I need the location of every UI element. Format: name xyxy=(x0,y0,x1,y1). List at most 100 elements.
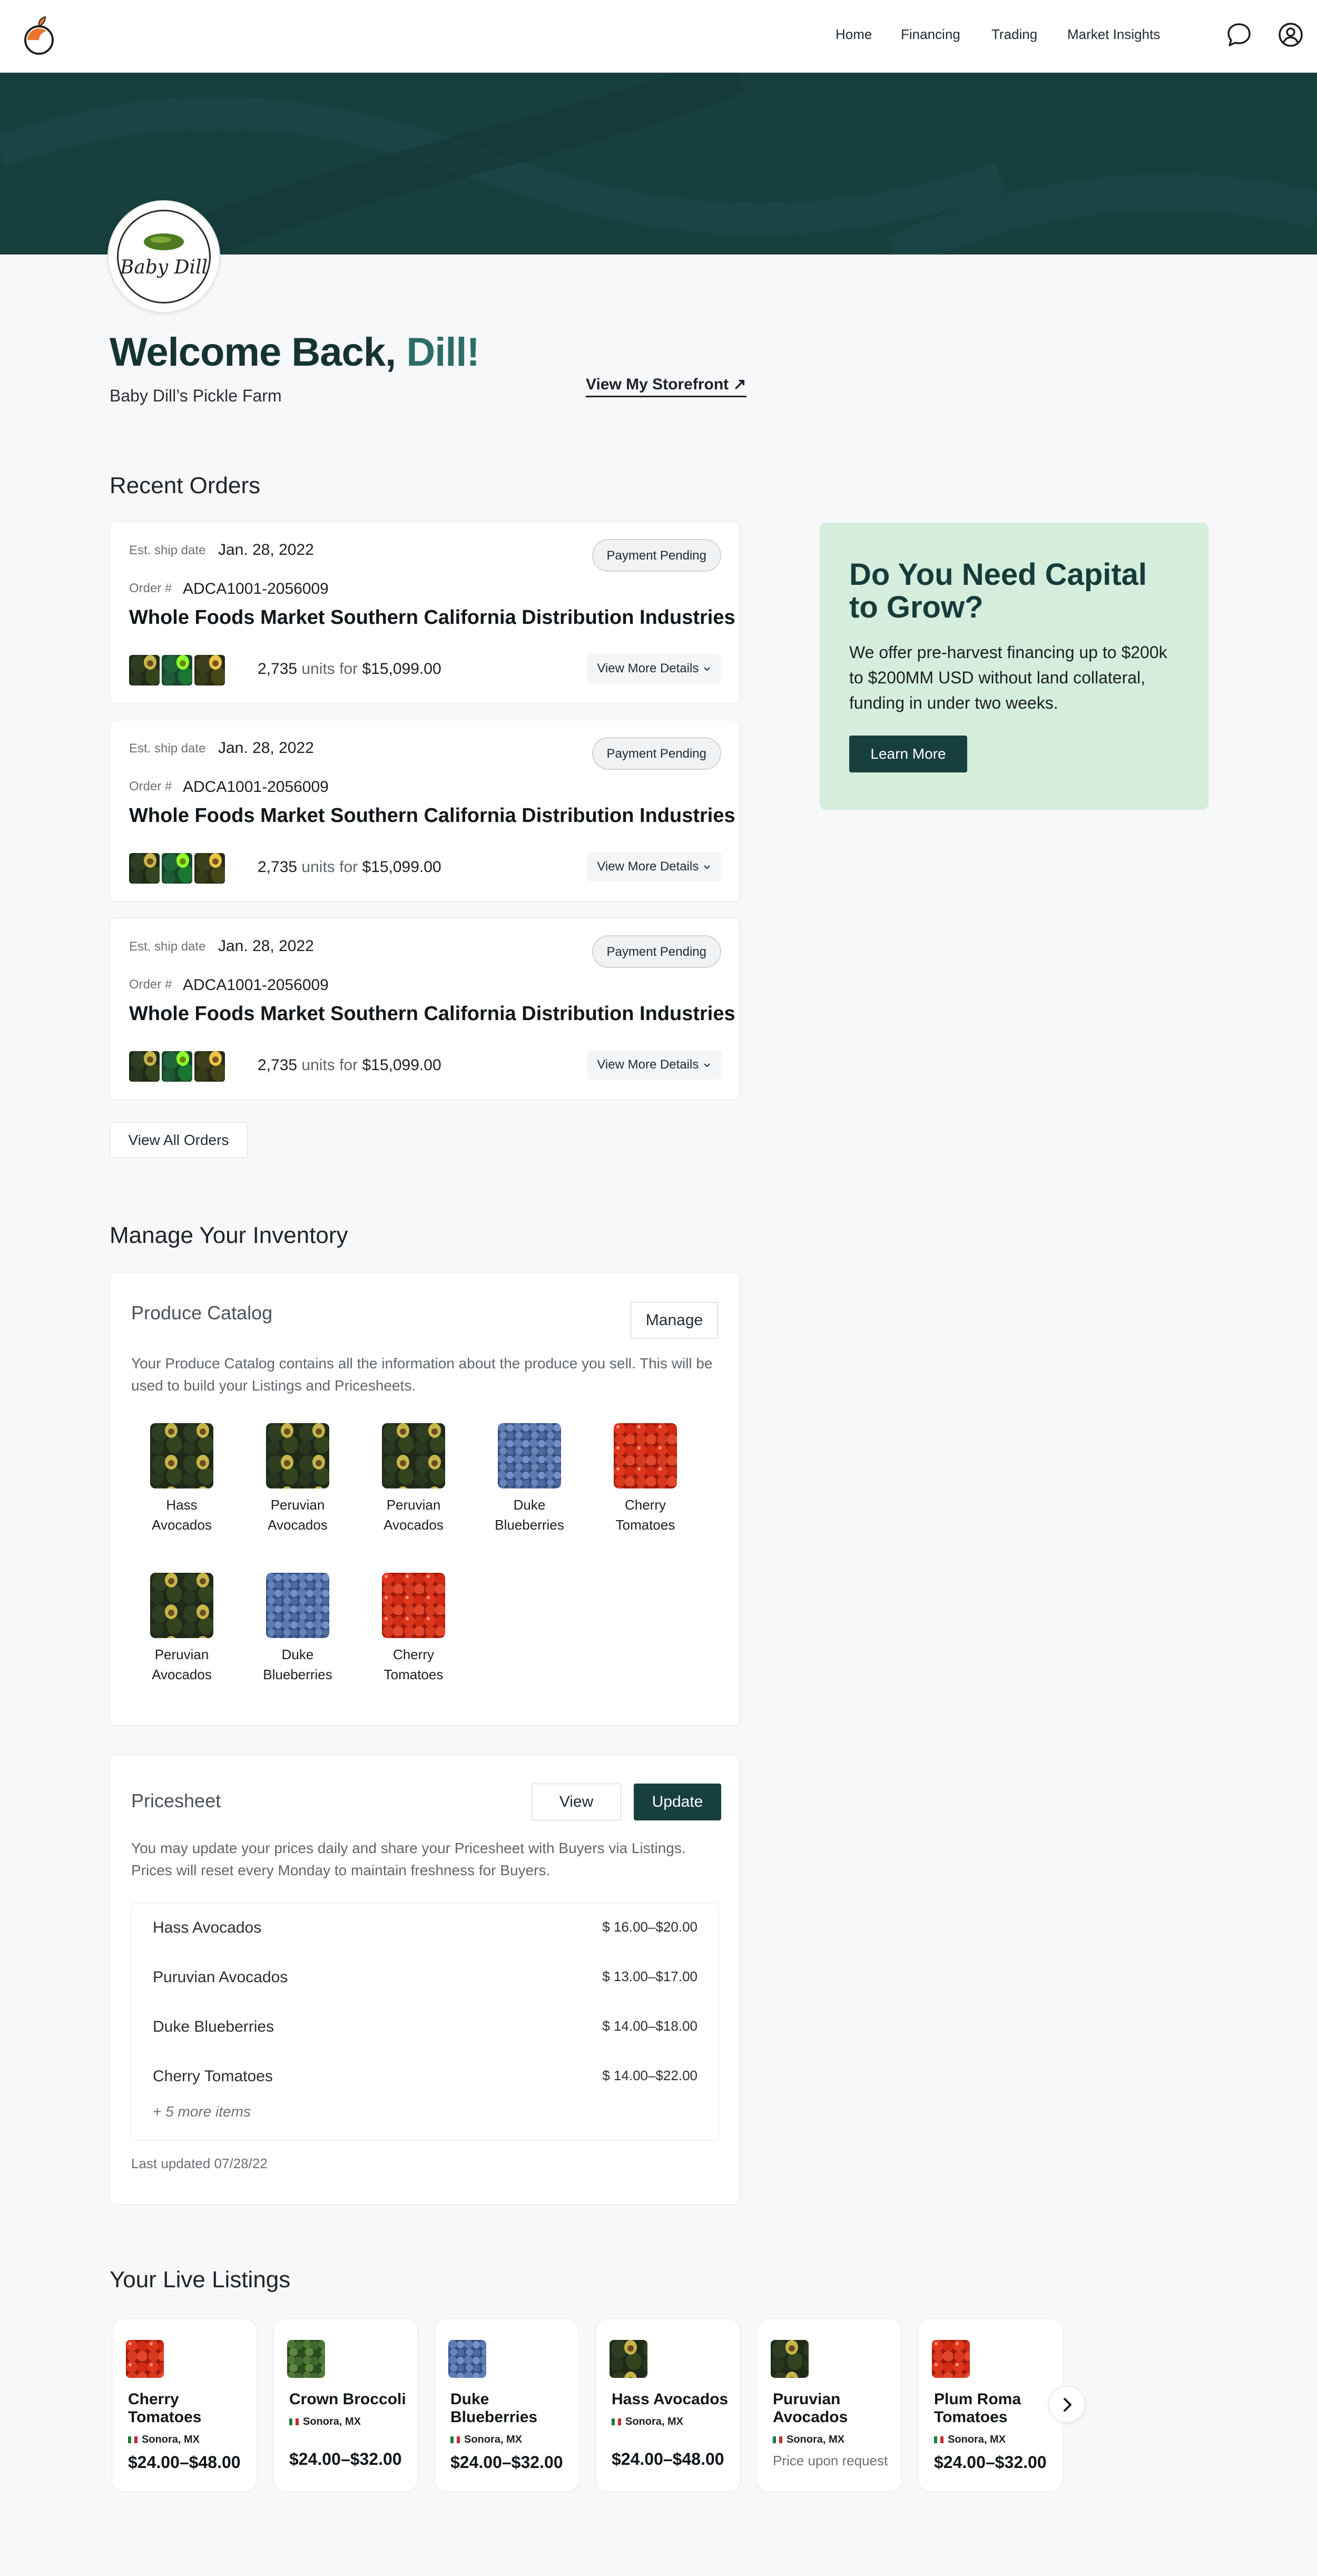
inventory-title: Manage Your Inventory xyxy=(110,1222,348,1248)
catalog-item[interactable]: Peruvian Avocados xyxy=(371,1423,456,1535)
listing-price: $24.00–$32.00 xyxy=(289,2450,402,2469)
farm-logo: Baby Dill xyxy=(117,210,211,303)
mexico-flag-icon xyxy=(128,2436,137,2444)
capital-promo-card: Do You Need Capital to Grow? We offer pr… xyxy=(820,523,1208,810)
produce-image xyxy=(382,1423,445,1488)
catalog-item[interactable]: Duke Blueberries xyxy=(487,1423,572,1535)
catalog-item[interactable]: Peruvian Avocados xyxy=(255,1423,340,1535)
orange-logo-icon[interactable] xyxy=(23,16,57,56)
produce-catalog-description: Your Produce Catalog contains all the in… xyxy=(131,1355,713,1394)
listing-price: Price upon request xyxy=(773,2453,888,2469)
capital-body: We offer pre-harvest financing up to $20… xyxy=(849,643,1167,712)
produce-thumbnail xyxy=(162,1051,192,1082)
listing-origin: Sonora, MX xyxy=(773,2434,844,2446)
listing-card[interactable]: Plum Roma Tomatoes Sonora, MX $24.00–$32.0… xyxy=(918,2318,1063,2492)
view-more-details-button[interactable]: View More Details xyxy=(587,654,721,683)
listing-card[interactable]: Cherry Tomatoes Sonora, MX $24.00–$48.00 xyxy=(112,2318,257,2492)
listing-name: Crown Broccoli xyxy=(289,2391,406,2408)
listing-origin: Sonora, MX xyxy=(289,2416,361,2428)
order-card[interactable]: Est. ship date Jan. 28, 2022 Payment Pendi… xyxy=(110,522,740,704)
learn-more-button[interactable]: Learn More xyxy=(849,736,967,772)
update-pricesheet-button[interactable]: Update xyxy=(634,1784,721,1820)
listing-image xyxy=(771,2340,809,2378)
order-card[interactable]: Est. ship date Jan. 28, 2022 Payment Pendi… xyxy=(110,918,740,1100)
order-units-total: 2,735 units for $15,099.00 xyxy=(258,1056,441,1074)
catalog-item-label: Cherry Tomatoes xyxy=(384,1647,444,1682)
nav-trading[interactable]: Trading xyxy=(991,26,1037,43)
catalog-item[interactable]: Duke Blueberries xyxy=(255,1573,340,1684)
nav-home[interactable]: Home xyxy=(836,26,872,43)
catalog-item[interactable]: Hass Avocados xyxy=(140,1423,224,1535)
nav-market-insights[interactable]: Market Insights xyxy=(1067,26,1160,43)
status-badge: Payment Pending xyxy=(592,737,721,770)
listing-origin: Sonora, MX xyxy=(450,2434,522,2446)
produce-thumbnail xyxy=(194,853,225,884)
listing-image xyxy=(448,2340,486,2378)
order-thumbnails xyxy=(129,655,225,685)
manage-catalog-button[interactable]: Manage xyxy=(631,1302,718,1339)
top-navigation-bar: Home Financing Trading Market Insights xyxy=(0,0,1317,73)
listing-card[interactable]: Hass Avocados Sonora, MX $24.00–$48.00 xyxy=(595,2318,741,2492)
view-all-orders-button[interactable]: View All Orders xyxy=(110,1122,248,1158)
view-pricesheet-button[interactable]: View xyxy=(532,1784,621,1820)
order-number-label: Order # xyxy=(129,977,172,992)
order-thumbnails xyxy=(129,853,225,884)
recent-orders-title: Recent Orders xyxy=(110,473,261,498)
ship-date: Jan. 28, 2022 xyxy=(218,937,314,955)
price-row-name: Hass Avocados xyxy=(153,1919,262,1936)
live-listings-title: Your Live Listings xyxy=(110,2267,291,2293)
listing-name: Cherry Tomatoes xyxy=(128,2391,202,2426)
produce-thumbnail xyxy=(194,1051,225,1082)
produce-catalog-title: Produce Catalog xyxy=(131,1302,273,1324)
catalog-item[interactable]: Peruvian Avocados xyxy=(140,1573,224,1684)
ship-date: Jan. 28, 2022 xyxy=(218,541,314,559)
chevron-right-icon xyxy=(1064,2398,1072,2412)
listing-card[interactable]: Duke Blueberries Sonora, MX $24.00–$32.00 xyxy=(434,2318,579,2492)
order-card[interactable]: Est. ship date Jan. 28, 2022 Payment Pendi… xyxy=(110,720,740,902)
catalog-item-label: Duke Blueberries xyxy=(495,1497,564,1533)
listing-origin: Sonora, MX xyxy=(612,2416,683,2428)
view-more-details-button[interactable]: View More Details xyxy=(587,852,721,881)
listing-image xyxy=(932,2340,970,2378)
produce-image xyxy=(614,1423,677,1488)
produce-image xyxy=(150,1423,213,1488)
ship-date-label: Est. ship date xyxy=(129,939,206,954)
order-number-label: Order # xyxy=(129,779,172,794)
price-row-value: $ 13.00–$17.00 xyxy=(602,1968,697,1984)
view-storefront-link[interactable]: View My Storefront ↗ xyxy=(586,375,746,397)
listing-name: Hass Avocados xyxy=(612,2391,729,2408)
buyer-name: Whole Foods Market Southern California D… xyxy=(129,1003,735,1025)
catalog-item[interactable]: Cherry Tomatoes xyxy=(603,1423,687,1535)
user-profile-icon[interactable] xyxy=(1277,21,1304,48)
listing-price: $24.00–$48.00 xyxy=(612,2450,724,2469)
more-items-link[interactable]: + 5 more items xyxy=(153,2103,251,2120)
catalog-item[interactable]: Cherry Tomatoes xyxy=(371,1573,456,1684)
produce-thumbnail xyxy=(129,853,160,884)
price-row-value: $ 14.00–$18.00 xyxy=(602,2018,697,2034)
listing-name: Duke Blueberries xyxy=(450,2391,538,2426)
pricesheet-table: Hass Avocados $ 16.00–$20.00 Puruvian Av… xyxy=(131,1903,719,2141)
farm-avatar: Baby Dill xyxy=(107,200,220,313)
listing-origin: Sonora, MX xyxy=(128,2434,200,2446)
status-badge: Payment Pending xyxy=(592,539,721,572)
nav-financing[interactable]: Financing xyxy=(901,26,960,43)
listing-card[interactable]: Puruvian Avocados Sonora, MX Price upon re… xyxy=(756,2318,902,2492)
price-row-value: $ 16.00–$20.00 xyxy=(602,1919,697,1935)
pricesheet-panel: Pricesheet View Update You may update yo… xyxy=(110,1755,740,2205)
status-badge: Payment Pending xyxy=(592,935,721,968)
order-number: ADCA1001-2056009 xyxy=(183,580,329,598)
pricesheet-description: You may update your prices daily and sha… xyxy=(131,1840,686,1878)
farm-logo-text: Baby Dill xyxy=(120,257,208,278)
welcome-heading: Welcome Back, Dill! xyxy=(110,330,480,375)
catalog-item-label: Hass Avocados xyxy=(152,1497,212,1533)
carousel-next-button[interactable] xyxy=(1048,2386,1085,2423)
pricesheet-title: Pricesheet xyxy=(131,1790,221,1811)
produce-image xyxy=(382,1573,445,1638)
listing-card[interactable]: Crown Broccoli Sonora, MX $24.00–$32.00 xyxy=(273,2318,418,2492)
chevron-down-icon xyxy=(704,667,710,671)
last-updated-text: Last updated 07/28/22 xyxy=(131,2156,268,2171)
ship-date-label: Est. ship date xyxy=(129,741,206,756)
view-more-details-button[interactable]: View More Details xyxy=(587,1050,721,1080)
price-row-name: Cherry Tomatoes xyxy=(153,2068,273,2085)
chat-bubble-icon[interactable] xyxy=(1225,21,1253,48)
